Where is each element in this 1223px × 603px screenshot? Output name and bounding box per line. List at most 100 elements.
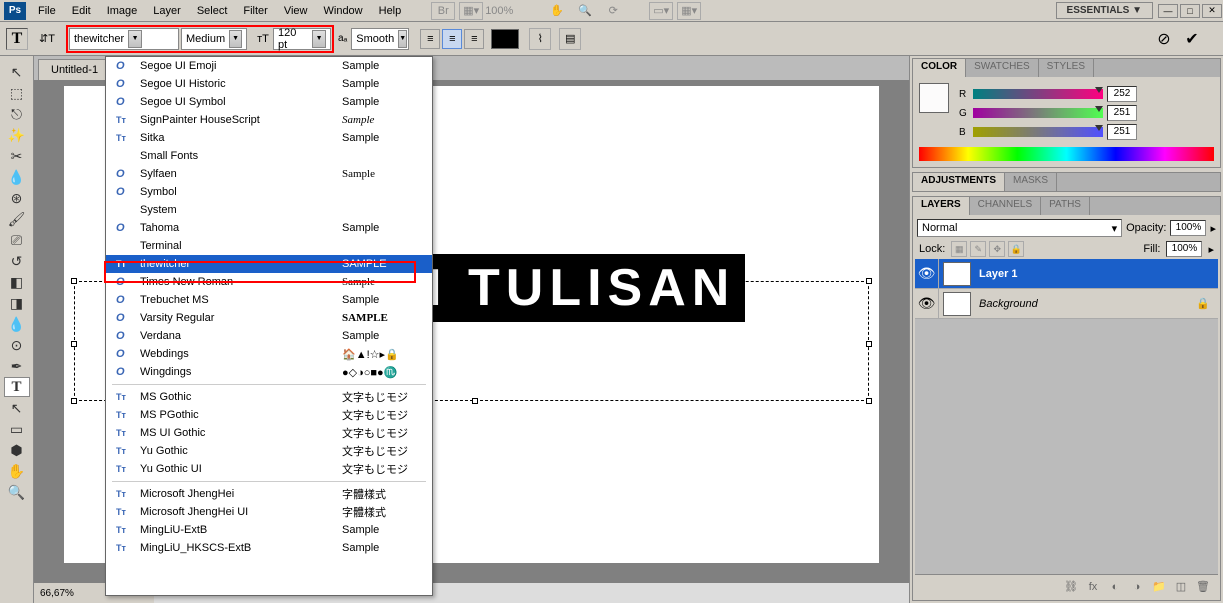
- g-value[interactable]: 251: [1107, 105, 1137, 121]
- tab-color[interactable]: COLOR: [913, 59, 966, 77]
- font-item[interactable]: TᴛYu Gothic UI文字もじモジ: [106, 460, 432, 478]
- arrange-icon[interactable]: ▦▾: [677, 2, 701, 20]
- tab-channels[interactable]: CHANNELS: [970, 197, 1041, 215]
- canvas-text[interactable]: H TULISAN: [394, 254, 745, 322]
- heal-tool-icon[interactable]: ⊛: [4, 188, 30, 208]
- adjustment-layer-icon[interactable]: ◑: [1128, 578, 1146, 596]
- new-layer-icon[interactable]: ◫: [1172, 578, 1190, 596]
- lock-paint-icon[interactable]: ✎: [970, 241, 986, 257]
- bridge-icon[interactable]: Br: [431, 2, 455, 20]
- move-tool-icon[interactable]: ↖: [4, 62, 30, 82]
- lock-pixels-icon[interactable]: ▦: [951, 241, 967, 257]
- eyedropper-tool-icon[interactable]: 💧: [4, 167, 30, 187]
- font-item[interactable]: OTahomaSample: [106, 219, 432, 237]
- font-item[interactable]: OTrebuchet MSSample: [106, 291, 432, 309]
- tab-masks[interactable]: MASKS: [1005, 173, 1057, 191]
- wand-tool-icon[interactable]: ✨: [4, 125, 30, 145]
- font-item[interactable]: OSymbol: [106, 183, 432, 201]
- menu-layer[interactable]: Layer: [145, 2, 189, 20]
- font-item[interactable]: OSegoe UI SymbolSample: [106, 93, 432, 111]
- font-item[interactable]: TᴛMingLiU_HKSCS-ExtBSample: [106, 539, 432, 557]
- menu-edit[interactable]: Edit: [64, 2, 99, 20]
- font-item[interactable]: TᴛSitkaSample: [106, 129, 432, 147]
- 3d-tool-icon[interactable]: ⬢: [4, 440, 30, 460]
- font-item[interactable]: TᴛSignPainter HouseScriptSample: [106, 111, 432, 129]
- font-item[interactable]: TᴛthewitcherSAMPLE: [106, 255, 432, 273]
- font-item[interactable]: TᴛMS UI Gothic文字もじモジ: [106, 424, 432, 442]
- lock-all-icon[interactable]: 🔒: [1008, 241, 1024, 257]
- delete-layer-icon[interactable]: 🗑: [1194, 578, 1212, 596]
- screen-mode-icon[interactable]: ▭▾: [649, 2, 673, 20]
- visibility-icon[interactable]: 👁: [915, 259, 939, 289]
- font-style-combo[interactable]: Medium▼: [181, 28, 247, 50]
- zoom-menu[interactable]: 100%: [487, 2, 511, 20]
- font-item[interactable]: OVerdanaSample: [106, 327, 432, 345]
- tab-paths[interactable]: PATHS: [1041, 197, 1090, 215]
- opacity-value[interactable]: 100%: [1170, 220, 1206, 236]
- path-select-icon[interactable]: ↖: [4, 398, 30, 418]
- stamp-tool-icon[interactable]: ⎚: [4, 230, 30, 250]
- crop-tool-icon[interactable]: ✂: [4, 146, 30, 166]
- menu-help[interactable]: Help: [371, 2, 410, 20]
- font-item[interactable]: OSegoe UI EmojiSample: [106, 57, 432, 75]
- font-item[interactable]: TᴛYu Gothic文字もじモジ: [106, 442, 432, 460]
- tab-adjustments[interactable]: ADJUSTMENTS: [913, 173, 1005, 191]
- shape-tool-icon[interactable]: ▭: [4, 419, 30, 439]
- layer-style-icon[interactable]: fx: [1084, 578, 1102, 596]
- font-item[interactable]: OWebdings🏠▲!☆▸🔒: [106, 345, 432, 363]
- font-item[interactable]: Small Fonts: [106, 147, 432, 165]
- marquee-tool-icon[interactable]: ⬚: [4, 83, 30, 103]
- type-tool-icon[interactable]: T: [4, 377, 30, 397]
- document-tab[interactable]: Untitled-1: [38, 59, 111, 80]
- layer-row[interactable]: 👁TLayer 1: [915, 259, 1218, 289]
- font-item[interactable]: OTimes New RomanSample: [106, 273, 432, 291]
- film-icon[interactable]: ▦▾: [459, 2, 483, 20]
- menu-filter[interactable]: Filter: [235, 2, 275, 20]
- font-item[interactable]: OWingdings●◇◑○■●♏: [106, 363, 432, 381]
- b-slider[interactable]: [973, 127, 1103, 137]
- font-item[interactable]: TᴛMicrosoft JhengHei字體樣式: [106, 485, 432, 503]
- warp-text-icon[interactable]: ⌇: [529, 28, 551, 50]
- link-layers-icon[interactable]: ⛓: [1062, 578, 1080, 596]
- rotate-icon[interactable]: ⟳: [601, 2, 625, 20]
- workspace-switcher[interactable]: ESSENTIALS ▼: [1056, 2, 1153, 19]
- font-item[interactable]: TᴛMS Gothic文字もじモジ: [106, 388, 432, 406]
- tab-styles[interactable]: STYLES: [1039, 59, 1094, 77]
- hand-tool-icon[interactable]: ✋: [4, 461, 30, 481]
- tab-layers[interactable]: LAYERS: [913, 197, 970, 215]
- menu-window[interactable]: Window: [316, 2, 371, 20]
- tab-swatches[interactable]: SWATCHES: [966, 59, 1039, 77]
- font-item[interactable]: OVarsity RegularSAMPLE: [106, 309, 432, 327]
- font-item[interactable]: TᴛMingLiU-ExtBSample: [106, 521, 432, 539]
- font-item[interactable]: TᴛMS PGothic文字もじモジ: [106, 406, 432, 424]
- font-item[interactable]: OSegoe UI HistoricSample: [106, 75, 432, 93]
- g-slider[interactable]: [973, 108, 1103, 118]
- b-value[interactable]: 251: [1107, 124, 1137, 140]
- eraser-tool-icon[interactable]: ◧: [4, 272, 30, 292]
- text-color-swatch[interactable]: [491, 29, 519, 49]
- commit-icon[interactable]: ✔: [1181, 28, 1203, 50]
- fill-value[interactable]: 100%: [1166, 241, 1202, 257]
- font-item[interactable]: TᴛMicrosoft JhengHei UI字體樣式: [106, 503, 432, 521]
- dodge-tool-icon[interactable]: ⊙: [4, 335, 30, 355]
- color-spectrum[interactable]: [919, 147, 1214, 161]
- cancel-icon[interactable]: ⊘: [1153, 28, 1175, 50]
- lock-position-icon[interactable]: ✥: [989, 241, 1005, 257]
- font-dropdown[interactable]: OSegoe UI EmojiSampleOSegoe UI HistoricS…: [105, 56, 433, 596]
- character-panel-icon[interactable]: ▤: [559, 28, 581, 50]
- align-right-button[interactable]: ≡: [464, 29, 484, 49]
- r-value[interactable]: 252: [1107, 86, 1137, 102]
- font-item[interactable]: OSylfaenSample: [106, 165, 432, 183]
- brush-tool-icon[interactable]: 🖌: [4, 209, 30, 229]
- menu-file[interactable]: File: [30, 2, 64, 20]
- pen-tool-icon[interactable]: ✒: [4, 356, 30, 376]
- menu-image[interactable]: Image: [99, 2, 146, 20]
- font-family-combo[interactable]: thewitcher▼: [69, 28, 179, 50]
- history-brush-icon[interactable]: ↺: [4, 251, 30, 271]
- visibility-icon[interactable]: 👁: [915, 289, 939, 319]
- font-item[interactable]: System: [106, 201, 432, 219]
- font-item[interactable]: Terminal: [106, 237, 432, 255]
- layer-mask-icon[interactable]: ◐: [1106, 578, 1124, 596]
- fg-color-swatch[interactable]: [919, 83, 949, 113]
- hand-icon[interactable]: ✋: [545, 2, 569, 20]
